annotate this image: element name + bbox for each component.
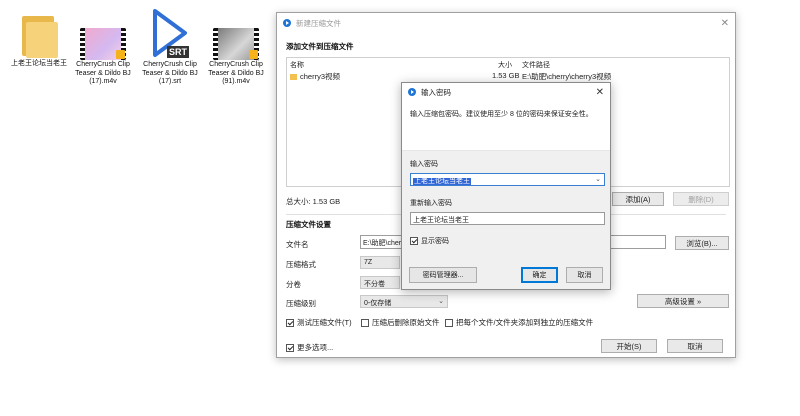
desktop-icon-folder[interactable]: 上老王论坛当老王 — [4, 6, 74, 69]
checkbox-checked — [286, 318, 294, 327]
add-button[interactable]: 添加(A) — [612, 192, 664, 206]
level-value: 0-仅存储 — [364, 300, 392, 307]
desktop-icon-video-17[interactable]: CherryCrush Clip Teaser & Dildo BJ (17).… — [68, 6, 138, 87]
chevron-down-icon[interactable]: ⌄ — [595, 175, 601, 183]
checkbox-label: 压缩后删除原始文件 — [372, 318, 440, 327]
checkbox-label: 更多选项... — [297, 343, 334, 352]
delete-button[interactable]: 删除(D) — [673, 192, 729, 206]
password-input[interactable]: 上老王论坛当老王 ⌄ — [410, 173, 605, 186]
cancel-button[interactable]: 取消 — [667, 339, 723, 353]
level-label: 压缩级别 — [286, 299, 316, 308]
checkbox-label: 把每个文件/文件夹添加到独立的压缩文件 — [456, 318, 594, 327]
desktop-icon-video-91[interactable]: CherryCrush Clip Teaser & Dildo BJ (91).… — [201, 6, 271, 87]
column-name[interactable]: 名称 — [290, 60, 304, 70]
password-hint: 输入压缩包密码。建议使用至少 8 位的密码来保证安全性。 — [410, 111, 593, 118]
browse-button[interactable]: 浏览(B)... — [675, 236, 729, 250]
app-icon — [283, 19, 291, 27]
folder-icon — [16, 6, 62, 58]
total-size: 总大小: 1.53 GB — [286, 197, 341, 206]
advanced-settings-button[interactable]: 高级设置 » — [637, 294, 729, 308]
test-archive-checkbox[interactable]: 测试压缩文件(T) — [286, 317, 352, 328]
dialog-title: 输入密码 — [421, 87, 451, 97]
desktop-icon-label: 上老王论坛当老王 — [11, 60, 67, 67]
column-size[interactable]: 大小 — [498, 60, 512, 70]
reenter-password-input[interactable]: 上老王论坛当老王 — [410, 212, 605, 225]
archive-settings-title: 压缩文件设置 — [286, 220, 331, 229]
file-path: E:\助肥\cherry\cherry3视频 — [522, 72, 612, 81]
folder-icon — [290, 74, 297, 80]
show-password-checkbox[interactable]: 显示密码 — [410, 236, 449, 246]
delete-after-checkbox[interactable]: 压缩后删除原始文件 — [361, 317, 440, 328]
chevron-down-icon: ⌄ — [438, 298, 444, 305]
format-value: 7Z — [364, 259, 373, 266]
desktop-icon-label: CherryCrush Clip Teaser & Dildo BJ (17).… — [75, 61, 131, 85]
password-label: 输入密码 — [410, 161, 438, 168]
password-value: 上老王论坛当老王 — [413, 178, 471, 185]
close-icon[interactable]: ✕ — [721, 18, 729, 29]
filename-label: 文件名 — [286, 240, 309, 249]
password-dialog: 输入密码 ✕ 输入压缩包密码。建议使用至少 8 位的密码来保证安全性。 输入密码… — [401, 82, 611, 290]
split-select[interactable]: 不分卷 — [360, 276, 400, 289]
checkbox-checked — [286, 343, 294, 352]
format-label: 压缩格式 — [286, 260, 316, 269]
file-size: 1.53 GB — [492, 71, 520, 80]
ok-button[interactable]: 确定 — [521, 267, 558, 283]
start-button[interactable]: 开始(S) — [601, 339, 657, 353]
desktop: 上老王论坛当老王 CherryCrush Clip Teaser & Dildo… — [0, 0, 800, 416]
more-options-checkbox[interactable]: 更多选项... — [286, 342, 333, 353]
window-titlebar: 新建压缩文件 ✕ — [277, 13, 735, 33]
window-title: 新建压缩文件 — [296, 18, 341, 28]
video-thumbnail-icon — [213, 6, 259, 60]
desktop-icon-srt[interactable]: SRT CherryCrush Clip Teaser & Dildo BJ (… — [135, 6, 205, 87]
add-files-section-title: 添加文件到压缩文件 — [286, 42, 354, 51]
reenter-password-label: 重新输入密码 — [410, 200, 452, 207]
video-thumbnail-icon — [80, 6, 126, 60]
srt-file-icon: SRT — [147, 6, 193, 58]
file-name: cherry3视频 — [300, 72, 341, 81]
split-label: 分卷 — [286, 280, 301, 289]
desktop-icon-label: CherryCrush Clip Teaser & Dildo BJ (17).… — [142, 61, 198, 85]
checkbox-unchecked — [361, 318, 369, 327]
desktop-icon-label: CherryCrush Clip Teaser & Dildo BJ (91).… — [208, 61, 264, 85]
checkbox-unchecked — [445, 318, 453, 327]
split-value: 不分卷 — [364, 281, 385, 288]
column-path[interactable]: 文件路径 — [522, 60, 550, 70]
checkbox-checked — [410, 237, 418, 245]
checkbox-label: 显示密码 — [421, 238, 449, 245]
password-manager-button[interactable]: 密码管理器... — [409, 267, 477, 283]
checkbox-label: 测试压缩文件(T) — [297, 318, 352, 327]
srt-badge: SRT — [167, 46, 189, 58]
app-icon — [408, 88, 416, 96]
level-select[interactable]: 0-仅存储 ⌄ — [360, 295, 448, 308]
dialog-titlebar: 输入密码 ✕ — [402, 83, 610, 101]
close-icon[interactable]: ✕ — [596, 87, 604, 98]
dialog-cancel-button[interactable]: 取消 — [566, 267, 603, 283]
separate-archives-checkbox[interactable]: 把每个文件/文件夹添加到独立的压缩文件 — [445, 317, 593, 328]
format-select[interactable]: 7Z — [360, 256, 400, 269]
